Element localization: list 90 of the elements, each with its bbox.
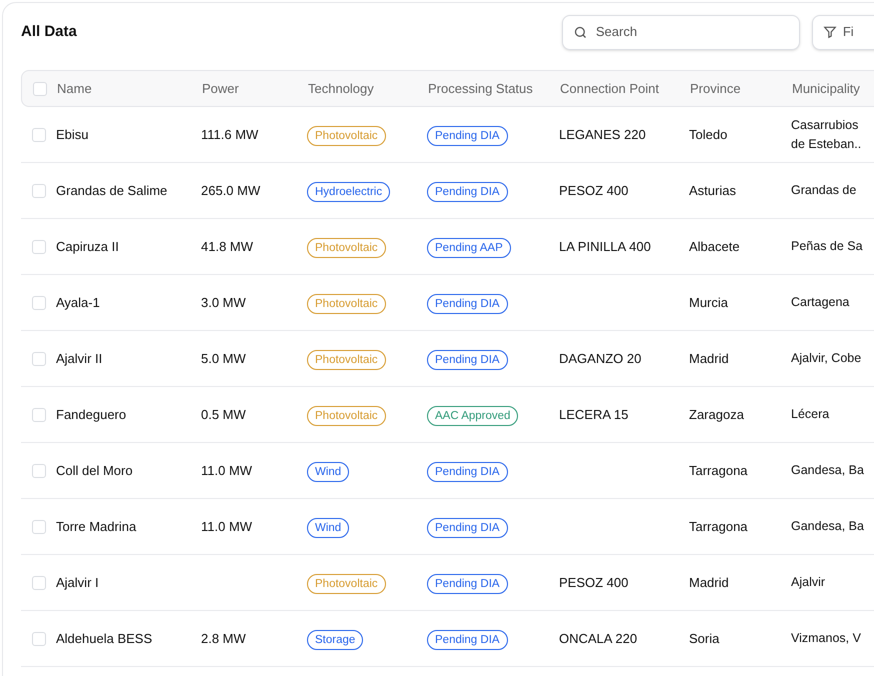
status-tag: Pending DIA — [427, 182, 508, 202]
table-cell-text: PESOZ 400 — [559, 182, 630, 200]
table-cell-text: Capiruza II — [56, 238, 120, 256]
table-cell-text: Murcia — [689, 294, 730, 312]
checkbox[interactable] — [32, 352, 46, 366]
table-cell-text: Grandas de — [791, 182, 858, 199]
filter-icon — [822, 25, 837, 39]
checkbox[interactable] — [32, 408, 46, 422]
table-cell-text: 0.5 MW — [201, 406, 247, 424]
page-title: All Data — [21, 22, 77, 42]
technology-tag: Photovoltaic — [307, 406, 386, 426]
table-cell-text: Toledo — [689, 126, 728, 144]
technology-tag: Photovoltaic — [307, 294, 386, 314]
table-cell-text: 111.6 MW — [201, 126, 260, 144]
technology-tag: Wind — [307, 518, 350, 538]
column-header: Technology — [308, 80, 375, 98]
checkbox[interactable] — [32, 576, 46, 590]
table-cell-text: Zaragoza — [689, 406, 745, 424]
status-tag: Pending DIA — [427, 518, 508, 538]
table-cell-text: LECERA 15 — [559, 406, 630, 424]
checkbox[interactable] — [32, 296, 46, 310]
column-header: Processing Status — [428, 80, 534, 98]
status-tag: Pending DIA — [427, 350, 508, 370]
table-cell-text: Cartagena — [791, 294, 850, 311]
status-tag: Pending DIA — [427, 462, 508, 482]
column-header: Power — [202, 80, 240, 98]
status-tag: Pending DIA — [427, 294, 508, 314]
table-cell-text: Vizmanos, V — [791, 630, 862, 647]
table-cell-text: Ajalvir — [791, 574, 826, 591]
technology-tag: Photovoltaic — [307, 350, 386, 370]
search-field[interactable]: Search — [562, 14, 800, 50]
status-tag: AAC Approved — [427, 406, 518, 426]
column-header: Connection Point — [560, 80, 660, 98]
checkbox[interactable] — [32, 464, 46, 478]
table-cell-text: 11.0 MW — [201, 518, 254, 536]
status-tag: Pending AAP — [427, 238, 511, 258]
table-cell-text: Tarragona — [689, 518, 749, 536]
technology-tag: Photovoltaic — [307, 126, 386, 146]
table-cell-text: Torre Madrina — [56, 518, 138, 536]
technology-tag: Photovoltaic — [307, 574, 386, 594]
column-header: Municipality — [792, 80, 861, 98]
technology-tag: Photovoltaic — [307, 238, 386, 258]
filter-button[interactable]: Fi — [812, 14, 874, 50]
status-tag: Pending DIA — [427, 574, 508, 594]
table-cell-text: Coll del Moro — [56, 462, 134, 480]
table-cell-text: Ajalvir I — [56, 574, 100, 592]
technology-tag: Hydroelectric — [307, 182, 390, 202]
table-cell-text: Tarragona — [689, 462, 749, 480]
technology-tag: Wind — [307, 462, 350, 482]
checkbox[interactable] — [32, 632, 46, 646]
table-cell-text: Gandesa, Ba — [791, 462, 865, 479]
checkbox[interactable] — [32, 520, 46, 534]
table-cell-text: DAGANZO 20 — [559, 350, 642, 368]
table-cell-text: LA PINILLA 400 — [559, 238, 652, 256]
table-cell-text: Ajalvir, Cobe — [791, 350, 862, 367]
table-cell-text: ONCALA 220 — [559, 630, 638, 648]
table-cell-text: 3.0 MW — [201, 294, 247, 312]
table-cell-text: 5.0 MW — [201, 350, 247, 368]
table-cell-text: Casarrubios de Esteban.. — [791, 116, 862, 152]
search-input[interactable]: Search — [596, 22, 776, 42]
table-cell-text: Peñas de Sa — [791, 238, 864, 255]
table-cell-text: Albacete — [689, 238, 741, 256]
table-cell-text: LEGANES 220 — [559, 126, 647, 144]
table-cell-text: 11.0 MW — [201, 462, 254, 480]
table-cell-text: Soria — [689, 630, 720, 648]
status-tag: Pending DIA — [427, 126, 508, 146]
table-cell-text: Lécera — [791, 406, 830, 423]
checkbox[interactable] — [32, 128, 46, 142]
table-cell-text: 2.8 MW — [201, 630, 247, 648]
table-cell-text: 265.0 MW — [201, 182, 262, 200]
technology-tag: Storage — [307, 630, 364, 650]
table-cell-text: Grandas de Salime — [56, 182, 168, 200]
table-cell-text: Madrid — [689, 350, 730, 368]
table-cell-text: Asturias — [689, 182, 737, 200]
table-cell-text: Gandesa, Ba — [791, 518, 865, 535]
checkbox[interactable] — [32, 240, 46, 254]
table-cell-text: Ayala-1 — [56, 294, 101, 312]
table-cell-text: Madrid — [689, 574, 730, 592]
table-cell-text: PESOZ 400 — [559, 574, 630, 592]
table-cell-text: Fandeguero — [56, 406, 128, 424]
status-tag: Pending DIA — [427, 630, 508, 650]
checkbox[interactable] — [32, 184, 46, 198]
table-cell-text: Aldehuela BESS — [56, 630, 154, 648]
checkbox[interactable] — [33, 82, 47, 96]
table-cell-text: Ebisu — [56, 126, 90, 144]
column-header: Name — [57, 80, 93, 98]
search-icon — [572, 24, 588, 40]
column-header: Province — [690, 80, 742, 98]
table-cell-text: 41.8 MW — [201, 238, 254, 256]
table-cell-text: Ajalvir II — [56, 350, 104, 368]
